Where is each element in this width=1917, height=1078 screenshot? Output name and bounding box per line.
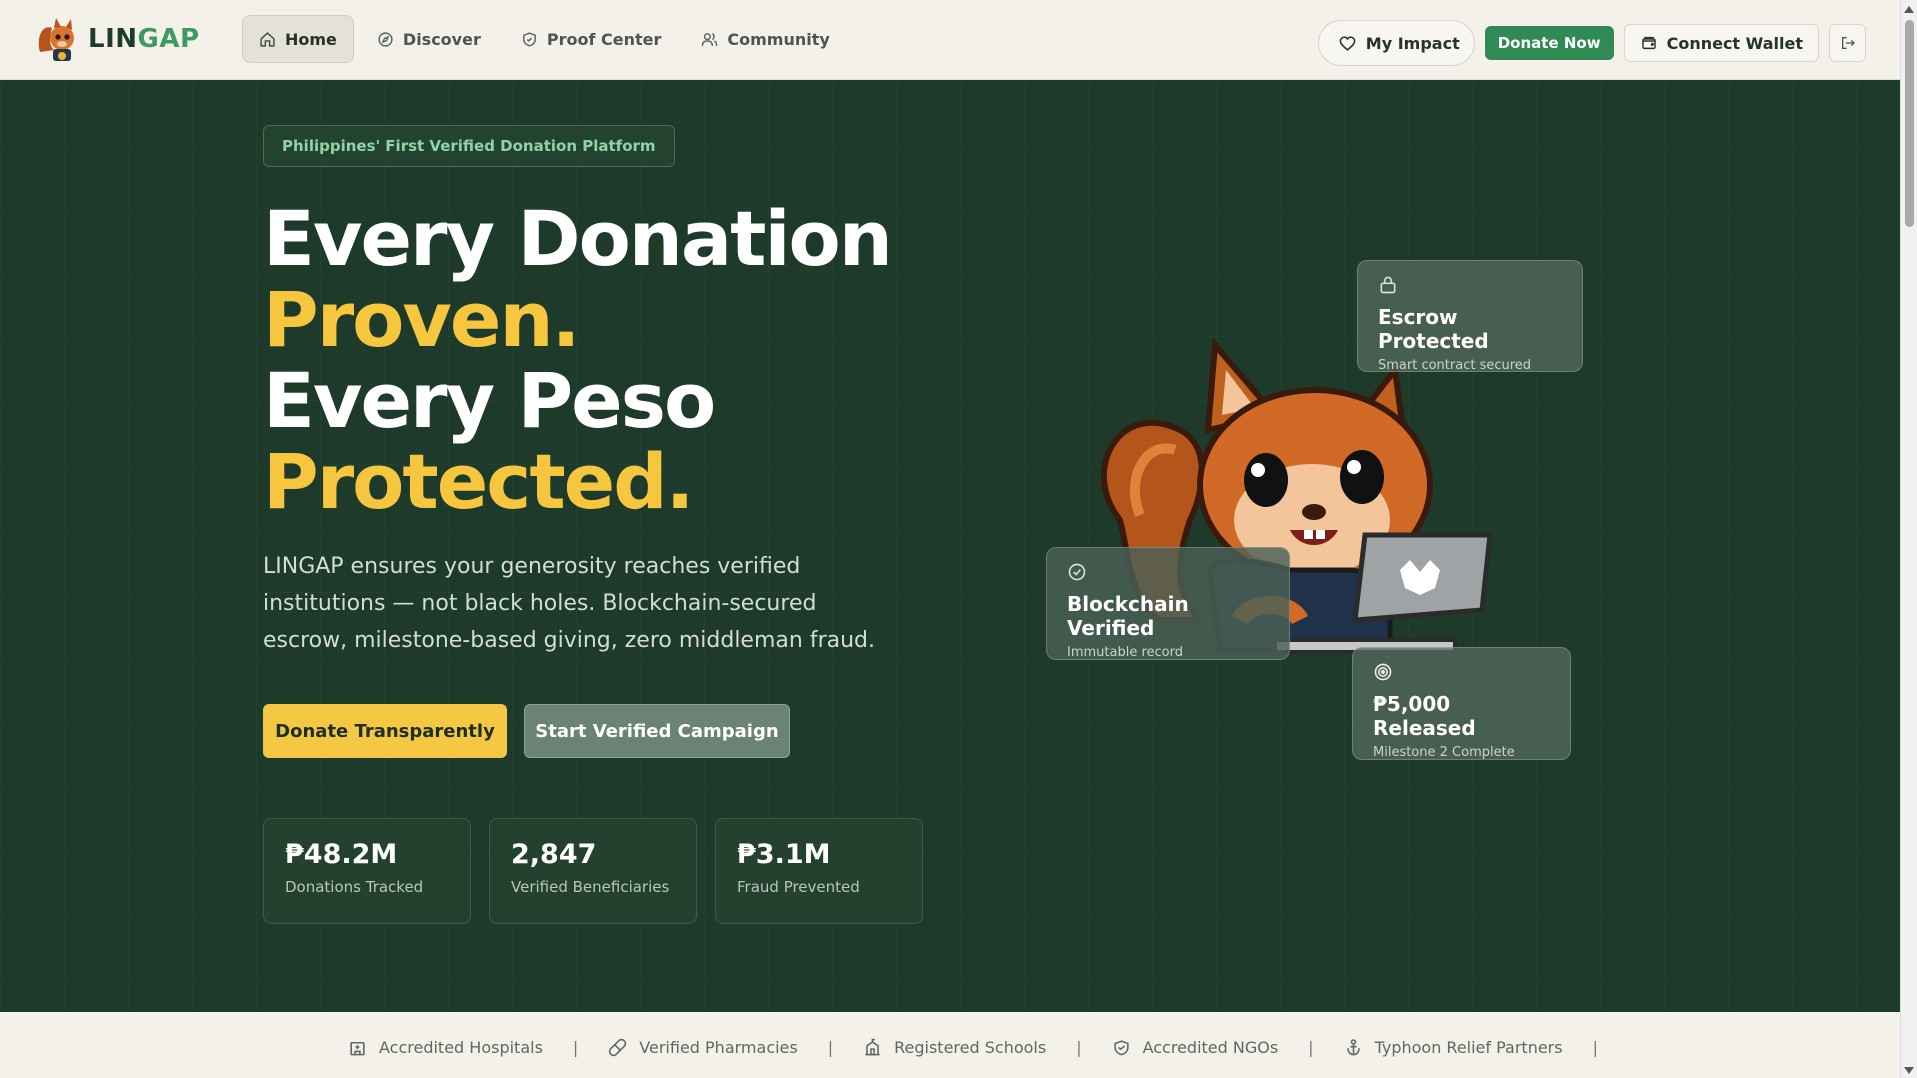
headline-line-2: Proven. [263, 275, 580, 364]
release-card-title: ₱5,000 Released [1373, 692, 1476, 740]
home-icon [260, 31, 275, 47]
heart-icon [1339, 35, 1356, 51]
separator: | [1308, 1038, 1314, 1057]
school-icon [865, 1038, 880, 1056]
connect-wallet-label: Connect Wallet [1666, 33, 1803, 53]
headline-line-4: Protected. [263, 437, 694, 526]
logo-text-part2: GAP [137, 24, 200, 54]
separator: | [1592, 1038, 1598, 1057]
headline-line-1: Every Donation [263, 194, 893, 283]
nav-discover-label: Discover [402, 29, 481, 49]
donate-now-label: Donate Now [1497, 34, 1601, 52]
chain-card-title: Blockchain Verified [1067, 592, 1189, 640]
pill-icon [609, 1038, 627, 1057]
partner-schools: Registered Schools [863, 1038, 1046, 1057]
chain-card-subtitle: Immutable record [1067, 645, 1183, 660]
users-icon [702, 32, 718, 46]
stat-card-donations: ₱48.2M Donations Tracked [263, 818, 471, 924]
lock-icon [1380, 276, 1396, 294]
handshake-icon [1113, 1040, 1129, 1056]
connect-wallet-button[interactable]: Connect Wallet [1623, 24, 1819, 62]
partners-strip: Accredited Hospitals | Verified Pharmaci… [0, 1012, 1900, 1078]
stat-label: Verified Beneficiaries [511, 878, 670, 896]
stat-label: Fraud Prevented [737, 878, 860, 896]
escrow-card-subtitle: Smart contract secured [1378, 358, 1532, 373]
anchor-icon [1346, 1039, 1360, 1056]
stat-value: 2,847 [511, 839, 597, 870]
stat-value: ₱3.1M [737, 839, 831, 870]
partner-label: Verified Pharmacies [639, 1038, 798, 1057]
logout-icon [1841, 37, 1855, 49]
separator: | [1076, 1038, 1082, 1057]
page-scrollbar[interactable] [1900, 0, 1917, 1078]
partner-ngos: Accredited NGOs [1112, 1038, 1279, 1057]
check-circle-icon [1068, 563, 1086, 581]
start-verified-campaign-button[interactable]: Start Verified Campaign [524, 704, 790, 758]
separator: | [827, 1038, 834, 1057]
nav-links: Home Discover Proof Center Community [242, 15, 847, 63]
squirrel-logo-icon [38, 18, 74, 61]
hero-headline: Every Donation Proven. Every Peso Protec… [263, 194, 893, 526]
wallet-icon [1641, 36, 1656, 50]
scroll-up-arrow-icon[interactable] [1904, 6, 1914, 13]
partner-label: Accredited Hospitals [379, 1038, 543, 1057]
escrow-card-title: Escrow Protected [1378, 305, 1489, 353]
logout-button[interactable] [1829, 24, 1866, 62]
donate-transparently-button[interactable]: Donate Transparently [263, 704, 507, 758]
stat-card-fraud: ₱3.1M Fraud Prevented [715, 818, 923, 924]
partner-label: Registered Schools [894, 1038, 1047, 1057]
shield-icon [522, 31, 536, 47]
escrow-protected-card: Escrow Protected Smart contract secured [1357, 260, 1583, 373]
stat-label: Donations Tracked [285, 878, 424, 896]
top-navbar: LINGAP Home Discover Proof Center Commun… [0, 0, 1900, 80]
scroll-down-arrow-icon[interactable] [1904, 1067, 1914, 1074]
partner-label: Typhoon Relief Partners [1374, 1038, 1563, 1057]
stat-value: ₱48.2M [285, 839, 398, 870]
nav-home[interactable]: Home [242, 15, 354, 63]
target-icon [1374, 663, 1392, 681]
hero-badge: Philippines' First Verified Donation Pla… [263, 125, 675, 167]
partners-row: Accredited Hospitals | Verified Pharmaci… [348, 1038, 1628, 1057]
nav-discover[interactable]: Discover [360, 15, 498, 63]
stats-row: ₱48.2M Donations Tracked 2,847 Verified … [263, 818, 923, 924]
nav-community[interactable]: Community [684, 15, 846, 63]
nav-actions: My Impact Donate Now Connect Wallet [1317, 20, 1866, 66]
partner-label: Accredited NGOs [1142, 1038, 1279, 1057]
partner-typhoon-relief: Typhoon Relief Partners [1344, 1038, 1563, 1057]
logo[interactable]: LINGAP [36, 16, 200, 62]
nav-proof-center[interactable]: Proof Center [504, 15, 679, 63]
my-impact-label: My Impact [1365, 33, 1460, 53]
hospital-icon [350, 1041, 365, 1056]
headline-line-3: Every Peso [263, 356, 716, 445]
funds-released-card: ₱5,000 Released Milestone 2 Complete [1352, 647, 1571, 760]
compass-icon [378, 31, 393, 47]
logo-text-part1: LIN [88, 24, 138, 54]
scroll-thumb[interactable] [1905, 20, 1914, 227]
partner-hospitals: Accredited Hospitals [348, 1038, 543, 1057]
nav-proof-center-label: Proof Center [546, 29, 662, 49]
hero-section: Philippines' First Verified Donation Pla… [0, 80, 1900, 1012]
partner-pharmacies: Verified Pharmacies [608, 1038, 798, 1057]
donate-now-button[interactable]: Donate Now [1484, 26, 1614, 60]
separator: | [572, 1038, 579, 1057]
stat-card-beneficiaries: 2,847 Verified Beneficiaries [489, 818, 697, 924]
release-card-subtitle: Milestone 2 Complete [1373, 745, 1515, 760]
nav-home-label: Home [285, 29, 337, 49]
hero-lead-text: LINGAP ensures your generosity reaches v… [263, 554, 875, 653]
my-impact-button[interactable]: My Impact [1317, 20, 1475, 66]
nav-community-label: Community [727, 29, 830, 49]
blockchain-verified-card: Blockchain Verified Immutable record [1046, 547, 1290, 660]
